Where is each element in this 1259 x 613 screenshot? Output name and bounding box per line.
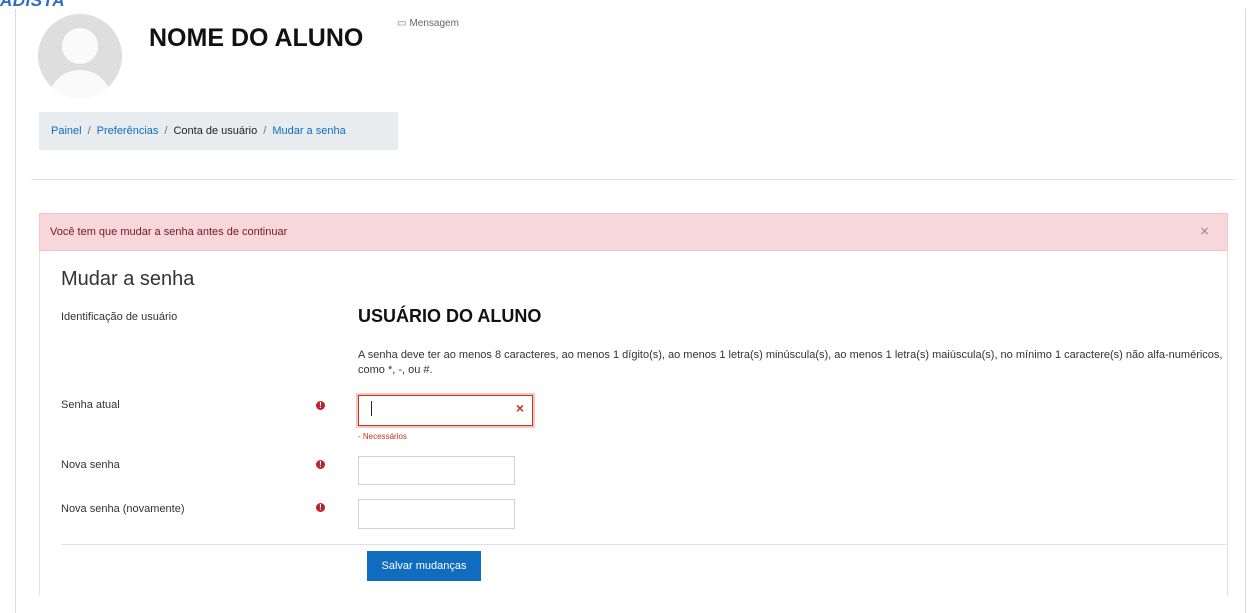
new-password-label: Nova senha [61, 459, 120, 471]
current-password-error: - Necessários [358, 432, 407, 441]
close-icon[interactable]: × [1200, 214, 1209, 250]
message-icon: ▭ [397, 18, 407, 29]
text-cursor [371, 401, 372, 416]
header-divider [31, 179, 1235, 180]
form-title: Mudar a senha [61, 268, 195, 290]
breadcrumb-preferencias[interactable]: Preferências [97, 125, 159, 137]
required-icon: ! [316, 401, 325, 410]
breadcrumb-conta-usuario: Conta de usuário [173, 125, 258, 137]
message-link[interactable]: ▭ Mensagem [397, 18, 459, 29]
error-icon: × [515, 400, 524, 416]
password-policy-text: A senha deve ter ao menos 8 caracteres, … [358, 349, 1223, 376]
new-password-input[interactable] [358, 456, 515, 485]
username-value: USUÁRIO DO ALUNO [358, 306, 542, 326]
current-password-label: Senha atual [61, 399, 120, 411]
avatar[interactable] [38, 14, 122, 98]
required-icon: ! [316, 460, 325, 469]
username-label: Identificação de usuário [61, 311, 178, 323]
new-password-again-input[interactable] [358, 499, 515, 529]
avatar-body-shape [48, 70, 112, 98]
required-icon: ! [316, 503, 325, 512]
breadcrumb-separator: / [164, 125, 168, 137]
breadcrumb-mudar-senha[interactable]: Mudar a senha [272, 125, 345, 137]
avatar-head-shape [62, 28, 98, 64]
student-name-heading: NOME DO ALUNO [149, 24, 364, 52]
alert-banner: Você tem que mudar a senha antes de cont… [39, 213, 1228, 251]
message-label: Mensagem [409, 18, 459, 29]
breadcrumb-separator: / [87, 125, 91, 137]
form-divider [61, 544, 1227, 545]
current-password-input[interactable]: × [358, 395, 533, 426]
save-changes-button[interactable]: Salvar mudanças [367, 551, 481, 581]
breadcrumb-painel[interactable]: Painel [51, 125, 82, 137]
breadcrumb: Painel / Preferências / Conta de usuário / Mud… [39, 112, 398, 150]
new-password-again-label: Nova senha (novamente) [61, 503, 185, 515]
alert-text: Você tem que mudar a senha antes de cont… [50, 226, 288, 238]
breadcrumb-separator: / [263, 125, 267, 137]
